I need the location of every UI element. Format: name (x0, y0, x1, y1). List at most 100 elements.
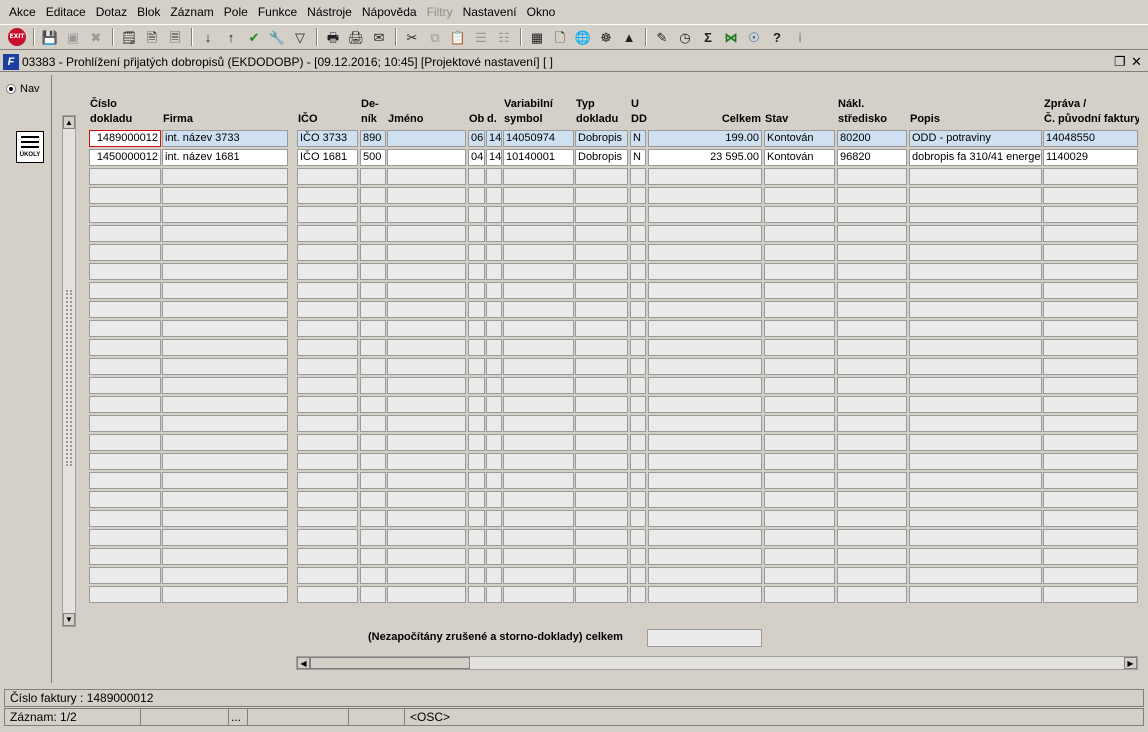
cell-nakl[interactable] (837, 567, 907, 584)
cell-celkem[interactable] (648, 510, 762, 527)
cell-d[interactable] (486, 225, 502, 242)
cell-stav[interactable] (764, 282, 835, 299)
cell-stav[interactable] (764, 510, 835, 527)
cell-celkem[interactable]: 199.00 (648, 130, 762, 147)
cell-zprava[interactable] (1043, 301, 1138, 318)
cell-udd[interactable]: N (630, 149, 646, 166)
cell-typ[interactable] (575, 491, 628, 508)
cell-ico[interactable]: IČO 3733 (297, 130, 358, 147)
cell-firma[interactable] (162, 396, 288, 413)
cell-nakl[interactable] (837, 491, 907, 508)
query-enter-icon[interactable]: 🗒 (118, 26, 140, 48)
cell-ico[interactable] (297, 453, 358, 470)
excel-icon[interactable]: ⋈ (720, 26, 742, 48)
cell-denik[interactable] (360, 434, 386, 451)
cell-popis[interactable] (909, 358, 1042, 375)
cell-firma[interactable]: int. název 1681 (162, 149, 288, 166)
cell-cislo[interactable] (89, 377, 161, 394)
cell-popis[interactable] (909, 320, 1042, 337)
cell-udd[interactable] (630, 358, 646, 375)
cell-stav[interactable] (764, 434, 835, 451)
cell-denik[interactable] (360, 529, 386, 546)
cell-stav[interactable] (764, 263, 835, 280)
cell-celkem[interactable] (648, 453, 762, 470)
sort-asc-icon[interactable]: ↓ (197, 26, 219, 48)
cell-vs[interactable] (503, 358, 574, 375)
cell-popis[interactable] (909, 206, 1042, 223)
cell-vs[interactable] (503, 396, 574, 413)
cell-udd[interactable] (630, 339, 646, 356)
cell-firma[interactable] (162, 529, 288, 546)
cell-typ[interactable] (575, 548, 628, 565)
cell-nakl[interactable] (837, 244, 907, 261)
cell-celkem[interactable] (648, 491, 762, 508)
paste-icon[interactable]: 📋 (447, 26, 469, 48)
cell-jmeno[interactable] (387, 396, 466, 413)
cell-denik[interactable]: 890 (360, 130, 386, 147)
cell-celkem[interactable] (648, 377, 762, 394)
cell-udd[interactable] (630, 187, 646, 204)
cell-ico[interactable] (297, 244, 358, 261)
menu-item-0[interactable]: Akce (4, 0, 41, 24)
cell-denik[interactable] (360, 358, 386, 375)
cell-ob[interactable] (468, 396, 485, 413)
cell-popis[interactable] (909, 301, 1042, 318)
cell-ico[interactable] (297, 491, 358, 508)
cell-popis[interactable] (909, 377, 1042, 394)
cell-stav[interactable] (764, 206, 835, 223)
cell-stav[interactable]: Kontován (764, 149, 835, 166)
cell-vs[interactable] (503, 586, 574, 603)
menu-item-5[interactable]: Pole (219, 0, 253, 24)
cut-icon[interactable]: ✂ (401, 26, 423, 48)
cell-cislo[interactable] (89, 339, 161, 356)
cell-nakl[interactable] (837, 168, 907, 185)
cell-typ[interactable] (575, 472, 628, 489)
cell-zprava[interactable] (1043, 415, 1138, 432)
menu-item-1[interactable]: Editace (41, 0, 91, 24)
cell-nakl[interactable] (837, 453, 907, 470)
cell-d[interactable] (486, 453, 502, 470)
cell-denik[interactable] (360, 510, 386, 527)
cell-vs[interactable] (503, 510, 574, 527)
cell-d[interactable] (486, 339, 502, 356)
cell-cislo[interactable] (89, 529, 161, 546)
cell-denik[interactable] (360, 282, 386, 299)
cell-denik[interactable] (360, 586, 386, 603)
cell-stav[interactable] (764, 358, 835, 375)
cell-denik[interactable] (360, 320, 386, 337)
cell-nakl[interactable] (837, 377, 907, 394)
cell-celkem[interactable] (648, 434, 762, 451)
cell-zprava[interactable] (1043, 510, 1138, 527)
cell-typ[interactable]: Dobropis (575, 149, 628, 166)
cell-d[interactable] (486, 472, 502, 489)
cell-popis[interactable] (909, 168, 1042, 185)
cell-cislo[interactable] (89, 320, 161, 337)
cell-d[interactable] (486, 586, 502, 603)
cell-d[interactable] (486, 244, 502, 261)
cell-ob[interactable] (468, 377, 485, 394)
cell-cislo[interactable] (89, 168, 161, 185)
filter-icon[interactable]: ▽ (289, 26, 311, 48)
cell-zprava[interactable] (1043, 567, 1138, 584)
cell-zprava[interactable] (1043, 206, 1138, 223)
cell-stav[interactable]: Kontován (764, 130, 835, 147)
cell-jmeno[interactable] (387, 434, 466, 451)
cell-popis[interactable] (909, 282, 1042, 299)
cell-vs[interactable]: 14050974 (503, 130, 574, 147)
cell-jmeno[interactable] (387, 282, 466, 299)
cell-stav[interactable] (764, 396, 835, 413)
cell-udd[interactable] (630, 472, 646, 489)
globe-icon[interactable]: 🌐 (572, 26, 594, 48)
cell-d[interactable] (486, 434, 502, 451)
cell-vs[interactable] (503, 301, 574, 318)
cell-ico[interactable] (297, 282, 358, 299)
cell-ob[interactable] (468, 206, 485, 223)
scroll-up-icon[interactable]: ▲ (63, 116, 75, 129)
cell-cislo[interactable] (89, 548, 161, 565)
cell-ico[interactable] (297, 339, 358, 356)
cell-denik[interactable] (360, 377, 386, 394)
nav-radio[interactable]: Nav (6, 83, 40, 95)
cell-denik[interactable]: 500 (360, 149, 386, 166)
cell-jmeno[interactable] (387, 491, 466, 508)
cell-zprava[interactable] (1043, 320, 1138, 337)
